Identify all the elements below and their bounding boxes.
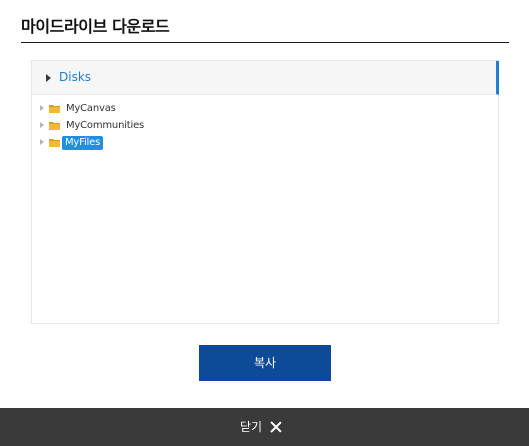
folder-icon — [49, 139, 60, 147]
expand-caret-icon[interactable] — [40, 139, 44, 145]
folder-tree-panel: Disks MyCanvas MyCommunities MyFiles — [31, 60, 499, 324]
dialog-footer: 닫기 — [0, 408, 529, 446]
title-divider — [21, 42, 509, 43]
tree-root-header[interactable]: Disks — [32, 61, 499, 95]
expand-caret-icon[interactable] — [40, 105, 44, 111]
folder-icon — [49, 122, 60, 130]
close-label: 닫기 — [240, 420, 263, 434]
folder-icon — [49, 105, 60, 113]
expand-caret-icon[interactable] — [46, 74, 51, 82]
tree-root-label: Disks — [59, 70, 92, 84]
close-icon[interactable] — [270, 421, 282, 433]
dialog-title: 마이드라이브 다운로드 — [21, 17, 170, 36]
tree-item-label: MyCommunities — [66, 120, 145, 131]
tree-item-myfiles[interactable]: MyFiles — [32, 135, 232, 151]
tree-item-mycommunities[interactable]: MyCommunities — [32, 118, 232, 134]
tree-item-label-selected: MyFiles — [62, 136, 104, 150]
tree-item-label: MyCanvas — [66, 103, 116, 114]
close-button[interactable]: 닫기 — [240, 418, 282, 436]
copy-button[interactable]: 복사 — [199, 345, 331, 381]
expand-caret-icon[interactable] — [40, 122, 44, 128]
tree-item-mycanvas[interactable]: MyCanvas — [32, 101, 232, 117]
